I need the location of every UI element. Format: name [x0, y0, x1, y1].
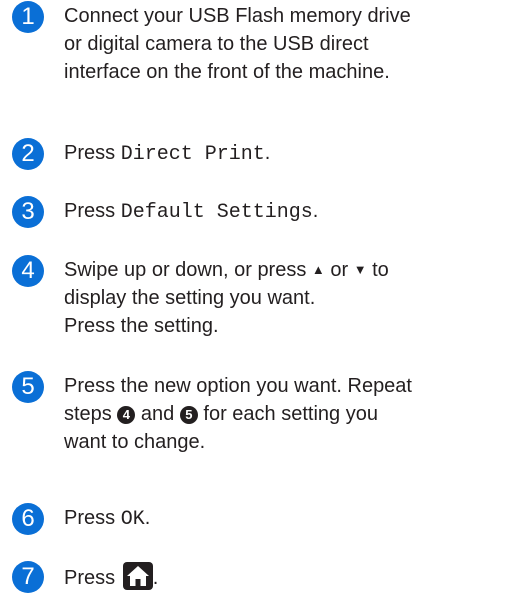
step-ref-4: 4	[117, 406, 136, 424]
step-line: for each setting you	[197, 403, 378, 425]
step-text: Press .	[64, 562, 158, 592]
step-number: 3	[12, 196, 44, 228]
step-number: 2	[12, 138, 44, 170]
step-text: Press Direct Print.	[64, 139, 270, 169]
step-suffix: .	[152, 567, 159, 589]
step-text: Connect your USB Flash memory drive or d…	[64, 5, 411, 83]
step-text: Press OK.	[64, 504, 150, 534]
step-text: Press Default Settings.	[64, 197, 318, 227]
step-number: 6	[12, 503, 44, 535]
step-3: 3 Press Default Settings.	[12, 196, 532, 228]
step-suffix: .	[144, 507, 151, 529]
step-ref-5: 5	[179, 406, 198, 424]
step-suffix: .	[264, 142, 271, 164]
up-arrow-icon: ▲	[311, 262, 325, 277]
step-4: 4 Swipe up or down, or press ▲ or ▼ to d…	[12, 255, 532, 340]
button-name: Default Settings	[120, 201, 313, 224]
step-1: 1 Connect your USB Flash memory drive or…	[12, 1, 532, 86]
step-prefix: Press	[64, 200, 121, 222]
step-prefix: Press	[64, 567, 121, 589]
down-arrow-icon: ▼	[353, 262, 367, 277]
step-2: 2 Press Direct Print.	[12, 138, 532, 170]
step-number: 7	[12, 561, 44, 593]
step-line: display the setting you want. Press the …	[64, 287, 316, 337]
step-text: Swipe up or down, or press ▲ or ▼ to dis…	[64, 256, 389, 340]
step-line: want to change.	[64, 431, 206, 453]
button-name: Direct Print	[120, 143, 265, 166]
step-5: 5 Press the new option you want. Repeat …	[12, 371, 532, 456]
step-6: 6 Press OK.	[12, 503, 532, 535]
step-number: 5	[12, 371, 44, 403]
step-number: 4	[12, 255, 44, 287]
step-line: to	[366, 259, 389, 281]
step-7: 7 Press .	[12, 561, 532, 593]
step-number: 1	[12, 1, 44, 33]
step-text: Press the new option you want. Repeat st…	[64, 372, 412, 456]
step-line: or	[324, 259, 354, 281]
step-line: Swipe up or down, or press	[64, 259, 312, 281]
button-name: OK	[120, 508, 145, 531]
home-icon	[122, 562, 153, 590]
step-suffix: .	[312, 200, 319, 222]
step-prefix: Press	[64, 507, 121, 529]
step-line: steps	[64, 403, 118, 425]
step-line: Press the new option you want. Repeat	[64, 375, 412, 397]
step-prefix: Press	[64, 142, 121, 164]
instruction-page: 1 Connect your USB Flash memory drive or…	[0, 0, 532, 598]
step-line: and	[135, 403, 180, 425]
